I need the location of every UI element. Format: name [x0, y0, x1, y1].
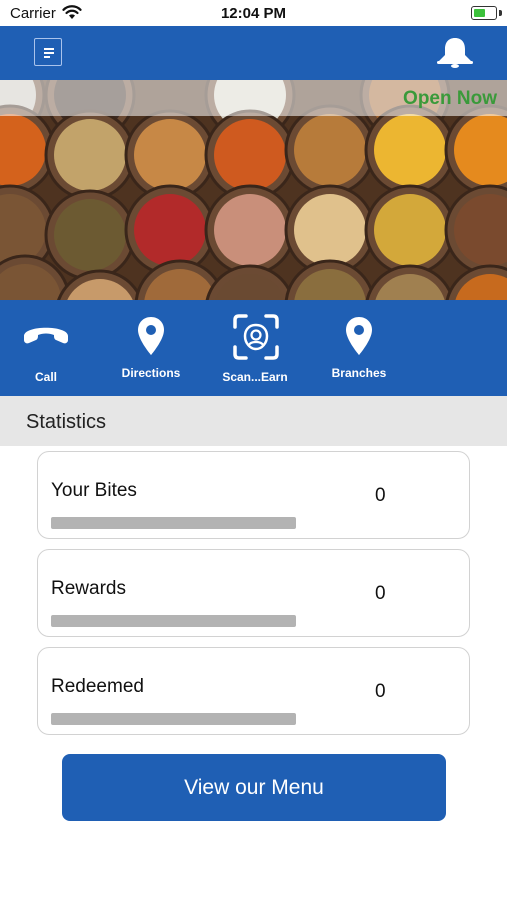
stat-progress-bar — [51, 713, 296, 725]
scan-earn-button[interactable]: Scan...Earn — [214, 300, 296, 396]
battery-nub — [499, 10, 502, 16]
stat-progress-bar — [51, 615, 296, 627]
spice-fill — [214, 194, 286, 266]
stat-label: Rewards — [51, 578, 126, 599]
stat-label: Redeemed — [51, 676, 144, 697]
statistics-header: Statistics — [0, 396, 507, 446]
spice-fill — [214, 119, 286, 191]
clock: 12:04 PM — [220, 5, 287, 22]
phone-icon — [24, 327, 68, 344]
bell-icon[interactable] — [435, 36, 475, 68]
open-now-status: Open Now — [403, 88, 497, 109]
scan-earn-label: Scan...Earn — [222, 370, 288, 384]
view-menu-button[interactable]: View our Menu — [62, 754, 446, 821]
statistics-title: Statistics — [26, 411, 107, 433]
spice-fill — [294, 194, 366, 266]
location-pin-icon — [346, 317, 372, 355]
directions-button[interactable]: Directions — [110, 300, 192, 396]
call-label: Call — [34, 370, 57, 384]
stat-card-redeemed: Redeemed 0 — [37, 647, 470, 735]
stat-value: 0 — [375, 583, 386, 604]
branches-button[interactable]: Branches — [318, 300, 400, 396]
stat-value: 0 — [375, 485, 386, 506]
spice-fill — [54, 119, 126, 191]
spice-fill — [374, 194, 446, 266]
stat-value: 0 — [375, 681, 386, 702]
battery-icon — [471, 6, 497, 20]
directions-label: Directions — [121, 366, 181, 380]
spice-fill — [134, 119, 206, 191]
spice-fill — [134, 194, 206, 266]
stat-progress-bar — [51, 517, 296, 529]
status-bar: Carrier 12:04 PM — [0, 0, 507, 26]
stat-label: Your Bites — [51, 480, 137, 501]
menu-list-icon[interactable] — [34, 38, 62, 66]
scan-icon — [233, 314, 279, 360]
spice-fill — [54, 199, 126, 271]
app-header — [0, 26, 507, 80]
stat-card-rewards: Rewards 0 — [37, 549, 470, 637]
location-pin-icon — [138, 317, 164, 355]
stat-card-your-bites: Your Bites 0 — [37, 451, 470, 539]
hero-banner: Open Now — [0, 80, 507, 300]
quick-actions-bar: Call Directions Scan...Earn Branches — [0, 300, 507, 396]
spice-fill — [294, 114, 366, 186]
call-button[interactable]: Call — [10, 300, 82, 396]
battery-level — [473, 8, 485, 17]
spice-fill — [374, 114, 446, 186]
branches-label: Branches — [331, 366, 387, 380]
